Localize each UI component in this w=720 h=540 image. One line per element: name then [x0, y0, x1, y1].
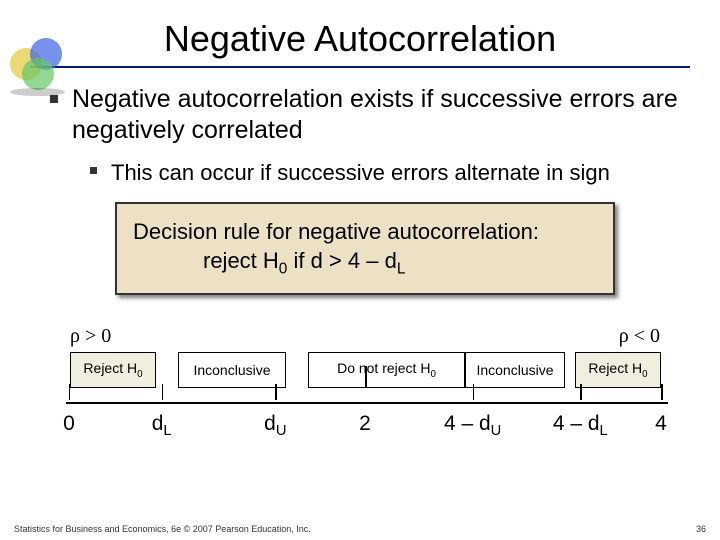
bullet-sub-text: This can occur if successive errors alte…	[111, 159, 610, 187]
region-reject-left: Reject H0	[70, 352, 156, 388]
bullet-sub: This can occur if successive errors alte…	[90, 159, 680, 187]
slide-content: Negative autocorrelation exists if succe…	[0, 74, 720, 444]
rho-right: ρ < 0	[619, 325, 660, 348]
rule-mid: if d > 4 – d	[287, 248, 396, 273]
rule-prefix: reject H	[203, 248, 279, 273]
region-reject-right: Reject H0	[575, 352, 661, 388]
slide-header: Negative Autocorrelation	[30, 0, 690, 68]
region-do-not-reject: Do not reject H0	[308, 352, 465, 388]
bullet-main: Negative autocorrelation exists if succe…	[50, 84, 680, 147]
slide-title: Negative Autocorrelation	[30, 18, 690, 60]
axis-4: 4	[655, 412, 667, 436]
axis-2: 2	[359, 412, 371, 436]
footer-left: Statistics for Business and Economics, 6…	[14, 524, 311, 534]
bullet-main-text: Negative autocorrelation exists if succe…	[72, 84, 680, 147]
axis-4dU: 4 – dU	[444, 412, 501, 439]
bullet-icon	[90, 167, 97, 174]
axis-4dL: 4 – dL	[553, 412, 608, 439]
rho-left: ρ > 0	[70, 325, 111, 348]
region-inconclusive-right: Inconclusive	[465, 352, 565, 388]
region-inconclusive-left: Inconclusive	[178, 352, 286, 388]
rho-labels: ρ > 0 ρ < 0	[50, 311, 680, 352]
axis-line	[66, 402, 668, 404]
decision-rule-box: Decision rule for negative autocorrelati…	[115, 202, 615, 295]
axis-0: 0	[63, 412, 75, 436]
slide-footer: Statistics for Business and Economics, 6…	[14, 524, 706, 534]
rule-line-1: Decision rule for negative autocorrelati…	[133, 219, 597, 245]
axis-dU: dU	[264, 412, 286, 439]
footer-page: 36	[696, 524, 706, 534]
axis-dL: dL	[152, 412, 172, 439]
rule-line-2: reject H0 if d > 4 – dL	[133, 248, 597, 278]
number-line: 0 dL dU 2 4 – dU 4 – dL 4	[66, 388, 664, 444]
bullet-icon	[50, 95, 58, 103]
rule-sub2: L	[397, 260, 406, 277]
logo-circles	[10, 28, 80, 88]
